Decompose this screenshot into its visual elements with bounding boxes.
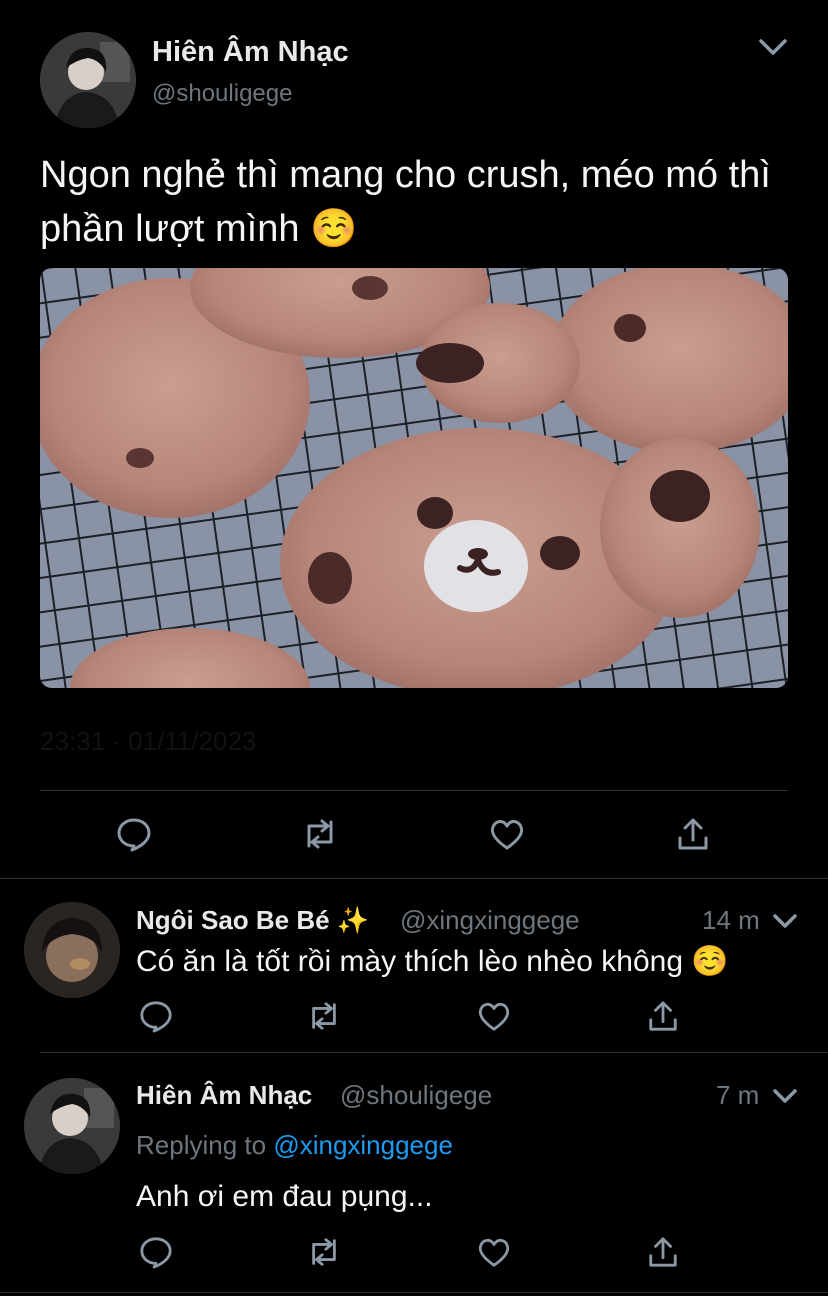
- reply-text: Có ăn là tốt rồi mày thích lèo nhèo khôn…: [136, 945, 729, 978]
- avatar[interactable]: [40, 32, 136, 128]
- replying-to-mention[interactable]: @xingxinggege: [273, 1130, 453, 1160]
- avatar-image: [24, 902, 120, 998]
- divider: [40, 790, 788, 791]
- reply-timestamp[interactable]: 14 m: [702, 905, 760, 936]
- reply-author-handle[interactable]: @xingxinggege: [400, 905, 580, 936]
- reply-author-name[interactable]: Hiên Âm Nhạc: [136, 1080, 312, 1111]
- reply-timestamp[interactable]: 7 m: [716, 1080, 759, 1111]
- share-icon[interactable]: [645, 998, 681, 1034]
- retweet-icon[interactable]: [306, 998, 342, 1034]
- chevron-down-icon[interactable]: [772, 1085, 798, 1107]
- retweet-icon[interactable]: [306, 1234, 342, 1270]
- author-name[interactable]: Hiên Âm Nhạc: [152, 36, 349, 69]
- tweet-timestamp[interactable]: 23:31 · 01/11/2023: [40, 726, 256, 757]
- avatar-image: [40, 32, 136, 128]
- chevron-down-icon[interactable]: [772, 910, 798, 932]
- divider: [40, 1052, 828, 1053]
- reply-icon[interactable]: [114, 814, 154, 854]
- share-icon[interactable]: [673, 814, 713, 854]
- tweet-text: Ngon nghẻ thì mang cho crush, méo mó thì…: [40, 154, 771, 250]
- divider: [0, 878, 828, 879]
- tweet-media-image[interactable]: [40, 268, 788, 688]
- like-icon[interactable]: [476, 998, 512, 1034]
- reply-icon[interactable]: [138, 998, 174, 1034]
- reply-icon[interactable]: [138, 1234, 174, 1270]
- share-icon[interactable]: [645, 1234, 681, 1270]
- replying-to-label: Replying to: [136, 1130, 267, 1160]
- author-handle[interactable]: @shouligege: [152, 80, 292, 108]
- reply-author-handle[interactable]: @shouligege: [340, 1080, 492, 1111]
- retweet-icon[interactable]: [300, 814, 340, 854]
- reply-text: Anh ơi em đau pụng...: [136, 1180, 433, 1213]
- replying-to: Replying to @xingxinggege: [136, 1130, 453, 1161]
- chevron-down-icon[interactable]: [755, 32, 791, 62]
- like-icon[interactable]: [487, 814, 527, 854]
- avatar[interactable]: [24, 902, 120, 998]
- cookie-photo: [40, 268, 788, 688]
- avatar-image: [24, 1078, 120, 1174]
- reply-author-name[interactable]: Ngôi Sao Be Bé ✨: [136, 905, 369, 936]
- like-icon[interactable]: [476, 1234, 512, 1270]
- avatar[interactable]: [24, 1078, 120, 1174]
- divider: [0, 1292, 828, 1293]
